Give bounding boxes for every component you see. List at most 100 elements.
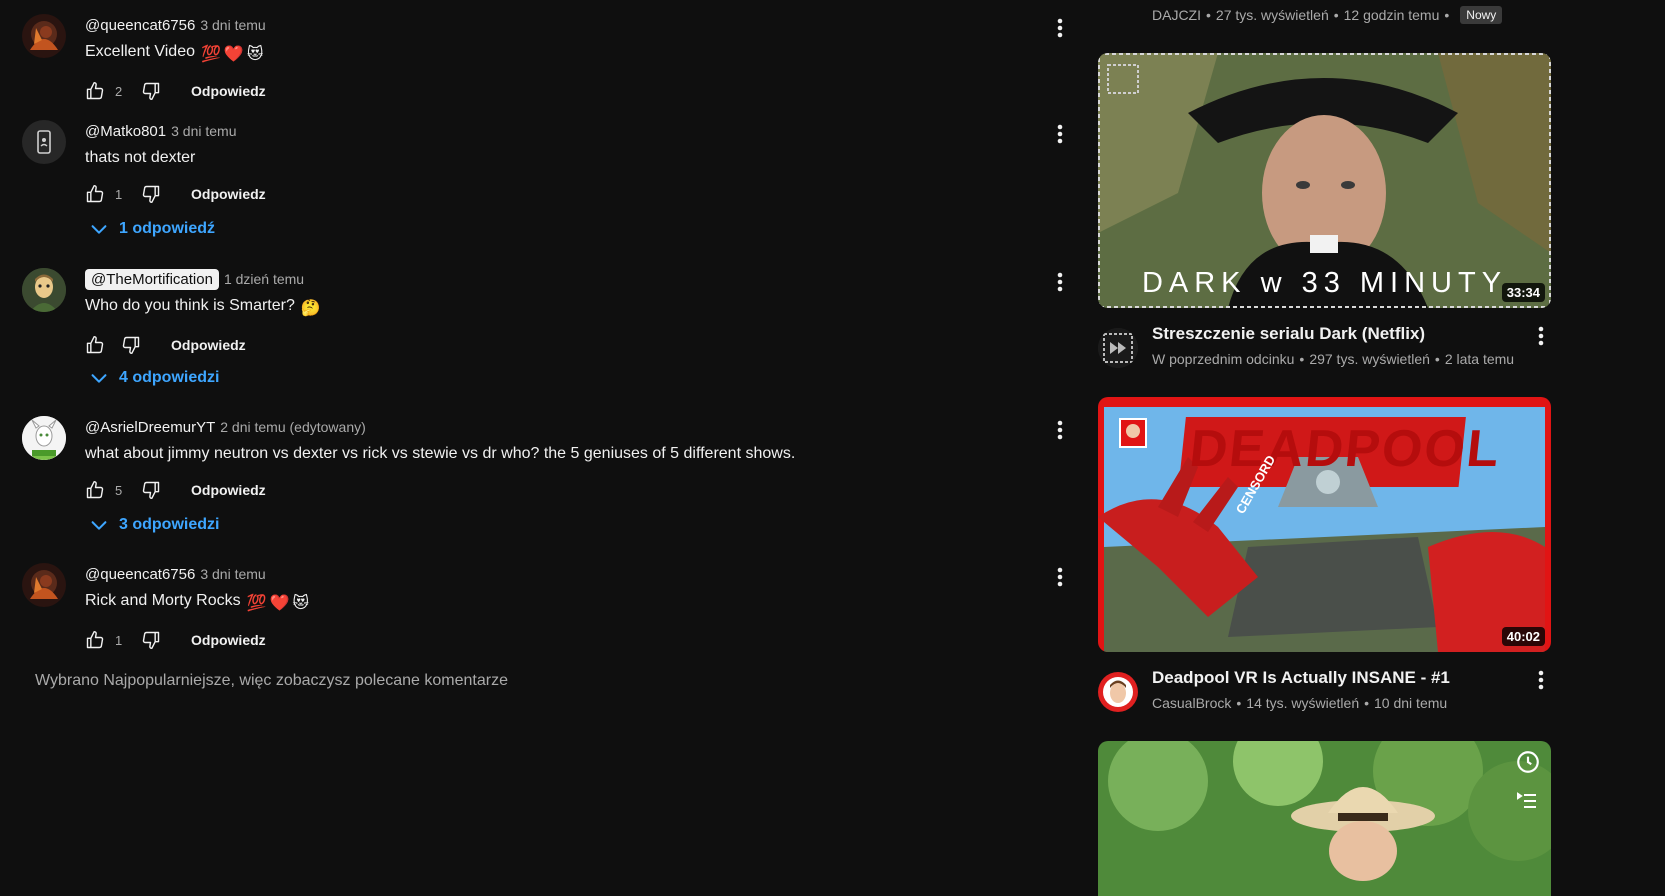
- comment-actions: 1 Odpowiedz: [85, 626, 1032, 654]
- replies-count-label: 4 odpowiedzi: [119, 369, 220, 386]
- comment-time[interactable]: 1 dzień temu: [224, 271, 304, 287]
- channel-avatar[interactable]: [1098, 672, 1138, 712]
- upload-age: 2 lata temu: [1444, 351, 1515, 367]
- view-count: 297 tys. wyświetleń: [1309, 351, 1430, 367]
- comment-time[interactable]: 3 dni temu: [171, 123, 236, 139]
- channel-name[interactable]: DAJCZI: [1152, 7, 1201, 23]
- comment-author[interactable]: @AsrielDreemurYT: [85, 419, 215, 436]
- view-count: 14 tys. wyświetleń: [1246, 695, 1360, 711]
- comment-actions: Odpowiedz: [85, 331, 1032, 359]
- thumbnail-caption: DEADPOOL: [1186, 420, 1504, 478]
- thumb-up-icon[interactable]: [85, 81, 105, 101]
- thumb-down-icon[interactable]: [141, 184, 161, 204]
- comment-actions: 1 Odpowiedz: [85, 180, 1032, 208]
- thumb-down-icon[interactable]: [121, 335, 141, 355]
- youtube-watch-page: @queencat6756 3 dni temu Excellent Video…: [0, 0, 1665, 896]
- comment-actions: 5 Odpowiedz: [85, 476, 1032, 504]
- video-info: Streszczenie serialu Dark (Netflix) W po…: [1098, 324, 1553, 394]
- comment-body: @queencat6756 3 dni temu Rick and Morty …: [85, 563, 1032, 654]
- heart-eyes-cat-emoji-icon: 😻: [292, 595, 310, 612]
- comment-author[interactable]: @Matko801: [85, 123, 166, 140]
- video-info: Deadpool VR Is Actually INSANE - #1 Casu…: [1098, 668, 1553, 738]
- reply-button[interactable]: Odpowiedz: [171, 337, 246, 353]
- reply-button[interactable]: Odpowiedz: [191, 482, 266, 498]
- comment-body: @AsrielDreemurYT 2 dni temu (edytowany) …: [85, 416, 1032, 504]
- show-replies-button[interactable]: 4 odpowiedzi: [88, 367, 219, 389]
- thumb-up-icon[interactable]: [85, 335, 105, 355]
- comment-author-creator-badge[interactable]: @TheMortification: [85, 268, 219, 290]
- comments-section: @queencat6756 3 dni temu Excellent Video…: [0, 0, 1090, 896]
- more-vert-icon[interactable]: [1048, 122, 1072, 146]
- video-thumbnail[interactable]: DARK w 33 MINUTY 33:34: [1098, 53, 1551, 308]
- related-video[interactable]: DEADPOOL CENSORD 40:02 Deadpool VR Is Ac…: [1098, 397, 1553, 738]
- comment-text-content: Excellent Video: [85, 43, 195, 60]
- reply-button[interactable]: Odpowiedz: [191, 186, 266, 202]
- video-title[interactable]: Deadpool VR Is Actually INSANE - #1: [1152, 668, 1450, 688]
- show-replies-button[interactable]: 3 odpowiedzi: [88, 514, 219, 536]
- add-to-queue-icon[interactable]: [1515, 789, 1543, 817]
- hundred-emoji-icon: 💯: [246, 595, 267, 612]
- video-meta: W poprzednim odcinku • 297 tys. wyświetleń…: [1152, 351, 1514, 367]
- video-thumbnail[interactable]: [1098, 741, 1551, 896]
- thumb-up-icon[interactable]: [85, 480, 105, 500]
- thumbnail-caption: DARK w 33 MINUTY: [1141, 267, 1508, 299]
- thinking-face-emoji-icon: 🤔: [300, 300, 321, 317]
- comment-time[interactable]: 3 dni temu: [200, 17, 265, 33]
- separator-dot: •: [1333, 7, 1339, 23]
- chevron-down-icon: [88, 218, 110, 240]
- reply-button[interactable]: Odpowiedz: [191, 83, 266, 99]
- video-duration: 33:34: [1501, 283, 1545, 302]
- show-replies-button[interactable]: 1 odpowiedź: [88, 218, 215, 240]
- video-duration: 40:02: [1501, 627, 1545, 646]
- avatar[interactable]: [22, 14, 66, 58]
- thumb-up-icon[interactable]: [85, 630, 105, 650]
- comment-text: Who do you think is Smarter? 🤔: [85, 295, 1032, 320]
- more-vert-icon[interactable]: [1048, 418, 1072, 442]
- comment-time[interactable]: 3 dni temu: [200, 566, 265, 582]
- channel-name[interactable]: CasualBrock: [1152, 695, 1231, 711]
- comment-author[interactable]: @queencat6756: [85, 17, 195, 34]
- more-vert-icon[interactable]: [1048, 16, 1072, 40]
- related-video[interactable]: DARK w 33 MINUTY 33:34 Streszczenie seri…: [1098, 53, 1553, 394]
- reply-button[interactable]: Odpowiedz: [191, 632, 266, 648]
- more-vert-icon[interactable]: [1048, 270, 1072, 294]
- upload-age: 12 godzin temu: [1343, 7, 1440, 23]
- comment-body: @Matko801 3 dni temu thats not dexter 1 …: [85, 120, 1032, 208]
- hundred-emoji-icon: 💯: [201, 46, 221, 63]
- more-vert-icon[interactable]: [1048, 565, 1072, 589]
- avatar[interactable]: [22, 120, 66, 164]
- comment-time[interactable]: 2 dni temu (edytowany): [220, 419, 366, 435]
- thumb-down-icon[interactable]: [141, 480, 161, 500]
- separator-dot: •: [1434, 351, 1440, 367]
- avatar[interactable]: [22, 416, 66, 460]
- like-count: 5: [115, 482, 123, 498]
- thumb-up-icon[interactable]: [85, 184, 105, 204]
- more-vert-icon[interactable]: [1529, 324, 1553, 348]
- comment-actions: 2 Odpowiedz: [85, 77, 1032, 105]
- related-videos-sidebar: DAJCZI • 27 tys. wyświetleń • 12 godzin …: [1098, 0, 1553, 896]
- video-thumbnail[interactable]: DEADPOOL CENSORD 40:02: [1098, 397, 1551, 652]
- thumb-down-icon[interactable]: [141, 81, 161, 101]
- avatar[interactable]: [22, 268, 66, 312]
- avatar[interactable]: [22, 563, 66, 607]
- upload-age: 10 dni temu: [1374, 695, 1448, 711]
- more-vert-icon[interactable]: [1529, 668, 1553, 692]
- channel-name[interactable]: W poprzednim odcinku: [1152, 351, 1294, 367]
- chevron-down-icon: [88, 367, 110, 389]
- related-video[interactable]: [1098, 741, 1553, 896]
- thumb-down-icon[interactable]: [141, 630, 161, 650]
- video-meta: CasualBrock • 14 tys. wyświetleń • 10 dni te…: [1152, 695, 1447, 711]
- new-badge: Nowy: [1460, 6, 1503, 24]
- replies-count-label: 1 odpowiedź: [119, 220, 215, 237]
- like-count: 1: [115, 632, 123, 648]
- video-title[interactable]: Streszczenie serialu Dark (Netflix): [1152, 324, 1425, 344]
- previous-video-meta: DAJCZI • 27 tys. wyświetleń • 12 godzin …: [1152, 6, 1503, 24]
- comment-author[interactable]: @queencat6756: [85, 566, 195, 583]
- separator-dot: •: [1299, 351, 1305, 367]
- channel-avatar[interactable]: [1098, 328, 1138, 368]
- comment-text: thats not dexter: [85, 149, 196, 166]
- comment-text: what about jimmy neutron vs dexter vs ri…: [85, 445, 796, 462]
- like-count: 1: [115, 186, 123, 202]
- clock-icon[interactable]: [1515, 749, 1543, 777]
- separator-dot: •: [1236, 695, 1242, 711]
